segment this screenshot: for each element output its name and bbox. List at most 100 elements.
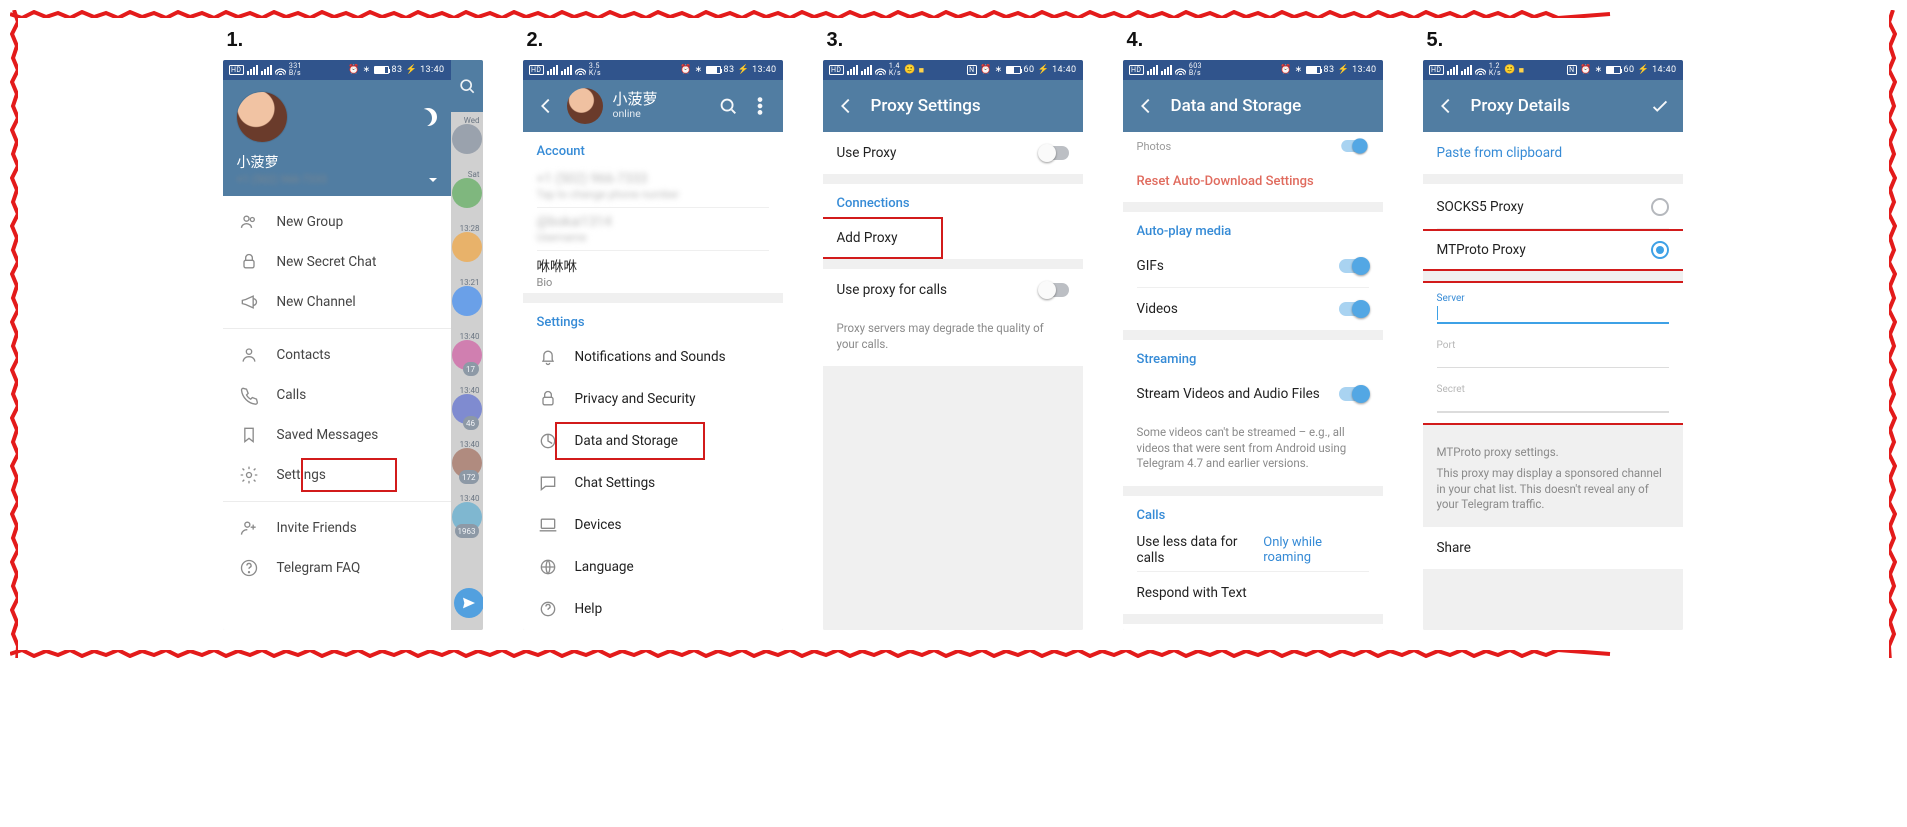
socks5-radio[interactable] — [1651, 198, 1669, 216]
proxy-calls-note: Proxy servers may degrade the quality of… — [823, 311, 1083, 366]
profile-header: 小菠萝online — [523, 80, 783, 132]
row-reset-autodl[interactable]: Reset Auto-Download Settings — [1123, 160, 1383, 202]
field-port[interactable]: Port — [1423, 334, 1683, 379]
row-use-proxy[interactable]: Use Proxy — [823, 132, 1083, 174]
night-mode-icon[interactable] — [419, 108, 437, 126]
field-server[interactable]: Server — [1423, 287, 1683, 334]
section-settings: Settings — [523, 303, 783, 336]
drawer-new-group[interactable]: New Group — [223, 202, 451, 242]
row-share[interactable]: Share — [1423, 527, 1683, 569]
row-notifications[interactable]: Notifications and Sounds — [523, 336, 783, 378]
stream-switch[interactable] — [1339, 387, 1369, 401]
drawer-contacts[interactable]: Contacts — [223, 335, 451, 375]
row-help[interactable]: Help — [523, 588, 783, 630]
signal-icon — [261, 65, 272, 75]
group-icon — [239, 212, 259, 232]
screenshot-1: HD 331B/s ⏰ ∗ 83 ⚡ 13:40 小菠 — [223, 60, 483, 630]
back-icon[interactable] — [1135, 95, 1157, 117]
laptop-icon — [537, 515, 559, 535]
bluetooth-icon: ∗ — [363, 65, 371, 75]
help-icon — [537, 599, 559, 619]
data-icon — [537, 431, 559, 451]
chat-list-background: Wed Sat 13:28 13:21 13:4017 13:4046 13:4… — [451, 60, 483, 630]
row-add-proxy[interactable]: Add Proxy — [823, 217, 1083, 259]
field-secret[interactable]: Secret — [1423, 378, 1683, 423]
row-lessdata[interactable]: Use less data for callsOnly while roamin… — [1123, 529, 1383, 571]
drawer-faq[interactable]: Telegram FAQ — [223, 548, 451, 588]
row-devices[interactable]: Devices — [523, 504, 783, 546]
screenshot-3: HD1.4K/s🙂■ N⏰∗60⚡14:40 Proxy Settings Us… — [823, 60, 1083, 630]
search-icon[interactable] — [451, 60, 483, 112]
drawer-saved[interactable]: Saved Messages — [223, 415, 451, 455]
section-account: Account — [523, 132, 783, 165]
row-paste-clipboard[interactable]: Paste from clipboard — [1423, 132, 1683, 174]
section-proxy: Proxy — [1123, 624, 1383, 630]
proxy-calls-switch[interactable] — [1039, 283, 1069, 297]
globe-icon — [537, 557, 559, 577]
more-icon[interactable] — [749, 95, 771, 117]
drawer-calls[interactable]: Calls — [223, 375, 451, 415]
drawer-invite[interactable]: Invite Friends — [223, 508, 451, 548]
section-calls: Calls — [1123, 496, 1383, 529]
expand-icon[interactable] — [429, 178, 437, 186]
avatar[interactable] — [237, 92, 287, 142]
mtproto-note: MTProto proxy settings. This proxy may d… — [1423, 435, 1683, 527]
status-bar: HD1.4K/s🙂■ N⏰∗60⚡14:40 — [823, 60, 1083, 80]
help-icon — [239, 558, 259, 578]
section-autoplay: Auto-play media — [1123, 212, 1383, 245]
row-data-storage[interactable]: Data and Storage — [523, 420, 783, 462]
back-icon[interactable] — [1435, 95, 1457, 117]
back-icon[interactable] — [535, 95, 557, 117]
bell-icon — [537, 347, 559, 367]
avatar[interactable] — [567, 88, 603, 124]
step-number: 3. — [827, 30, 1085, 50]
row-proxy-calls[interactable]: Use proxy for calls — [823, 269, 1083, 311]
row-socks5[interactable]: SOCKS5 Proxy — [1423, 186, 1683, 228]
battery-icon — [374, 66, 389, 74]
row-photos[interactable]: Photos — [1123, 132, 1383, 160]
row-privacy[interactable]: Privacy and Security — [523, 378, 783, 420]
step-number: 5. — [1427, 30, 1685, 50]
search-icon[interactable] — [717, 95, 739, 117]
phone-icon — [239, 385, 259, 405]
row-stream[interactable]: Stream Videos and Audio Files — [1123, 373, 1383, 415]
section-streaming: Streaming — [1123, 340, 1383, 373]
hd-icon: HD — [229, 65, 244, 75]
bookmark-icon — [239, 425, 259, 445]
row-mtproto[interactable]: MTProto Proxy — [1423, 229, 1683, 271]
compose-fab[interactable] — [454, 588, 483, 618]
drawer-new-secret[interactable]: New Secret Chat — [223, 242, 451, 282]
use-proxy-switch[interactable] — [1039, 146, 1069, 160]
photos-switch[interactable] — [1341, 140, 1367, 152]
status-bar: HD 331B/s ⏰ ∗ 83 ⚡ 13:40 — [223, 60, 451, 80]
confirm-icon[interactable] — [1649, 95, 1671, 117]
screenshot-2: HD3.5K/s ⏰∗83⚡13:40 小菠萝online Account +1… — [523, 60, 783, 630]
lock-icon — [537, 389, 559, 409]
drawer-header: 小菠萝 +1 (502) 966-7333 — [223, 80, 451, 196]
drawer-new-channel[interactable]: New Channel — [223, 282, 451, 322]
status-bar: HD1.2K/s🙂■ N⏰∗60⚡14:40 — [1423, 60, 1683, 80]
row-videos[interactable]: Videos — [1123, 288, 1383, 330]
row-bio[interactable]: 咻咻咻Bio — [523, 251, 783, 293]
step-number: 1. — [227, 30, 485, 50]
signal-icon — [247, 65, 258, 75]
page-title: Proxy Details — [1471, 96, 1571, 116]
toolbar: Proxy Details — [1423, 80, 1683, 132]
videos-switch[interactable] — [1339, 302, 1369, 316]
mtproto-radio[interactable] — [1651, 241, 1669, 259]
back-icon[interactable] — [835, 95, 857, 117]
toolbar: Proxy Settings — [823, 80, 1083, 132]
gifs-switch[interactable] — [1339, 259, 1369, 273]
row-username[interactable]: @bokai1314Username — [523, 208, 783, 250]
toolbar: Data and Storage — [1123, 80, 1383, 132]
row-gifs[interactable]: GIFs — [1123, 245, 1383, 287]
row-chat-settings[interactable]: Chat Settings — [523, 462, 783, 504]
chat-icon — [537, 473, 559, 493]
step-number: 2. — [527, 30, 785, 50]
row-phone[interactable]: +1 (502) 966-7333Tap to change phone num… — [523, 165, 783, 207]
status-bar: HD603B/s ⏰∗83⚡13:40 — [1123, 60, 1383, 80]
row-language[interactable]: Language — [523, 546, 783, 588]
wifi-icon — [275, 66, 286, 75]
row-respond-text[interactable]: Respond with Text — [1123, 572, 1383, 614]
drawer-settings[interactable]: Settings — [223, 455, 451, 495]
